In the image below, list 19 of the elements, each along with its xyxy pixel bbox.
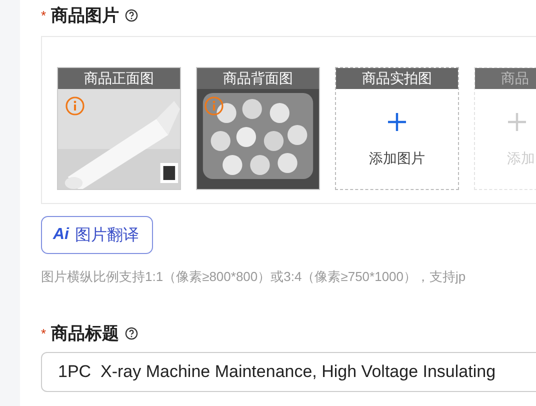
image-slot[interactable]: 商品背面图 <box>196 67 320 190</box>
image-slot[interactable]: 商品实拍图 添加图片 <box>335 67 459 190</box>
help-icon[interactable] <box>125 326 138 340</box>
hint-text: 图片横纵比例支持1:1（像素≥800*800）或3:4（像素≥750*1000），支持jp <box>41 268 467 286</box>
image-translate-button[interactable]: Ai 图片翻译 <box>41 216 153 254</box>
required-mark: * <box>41 326 46 340</box>
required-mark: * <box>41 8 46 22</box>
add-image-label: 添加图片 <box>369 150 425 168</box>
slot-title: 商品背面图 <box>197 68 319 89</box>
plus-icon <box>507 112 527 132</box>
help-icon[interactable] <box>125 8 138 22</box>
slot-title: 商品实拍图 <box>336 68 458 89</box>
image-slot[interactable]: 商品正面图 <box>57 67 181 190</box>
slot-title: 商品 <box>475 68 536 89</box>
title-field[interactable]: 1PC X-ray Machine Maintenance, High Voltage Insulating <box>41 352 536 392</box>
plus-icon <box>387 112 407 132</box>
field-label: 商品图片 <box>51 4 120 26</box>
field-label: 商品标题 <box>51 322 120 344</box>
slot-title: 商品正面图 <box>58 68 180 89</box>
